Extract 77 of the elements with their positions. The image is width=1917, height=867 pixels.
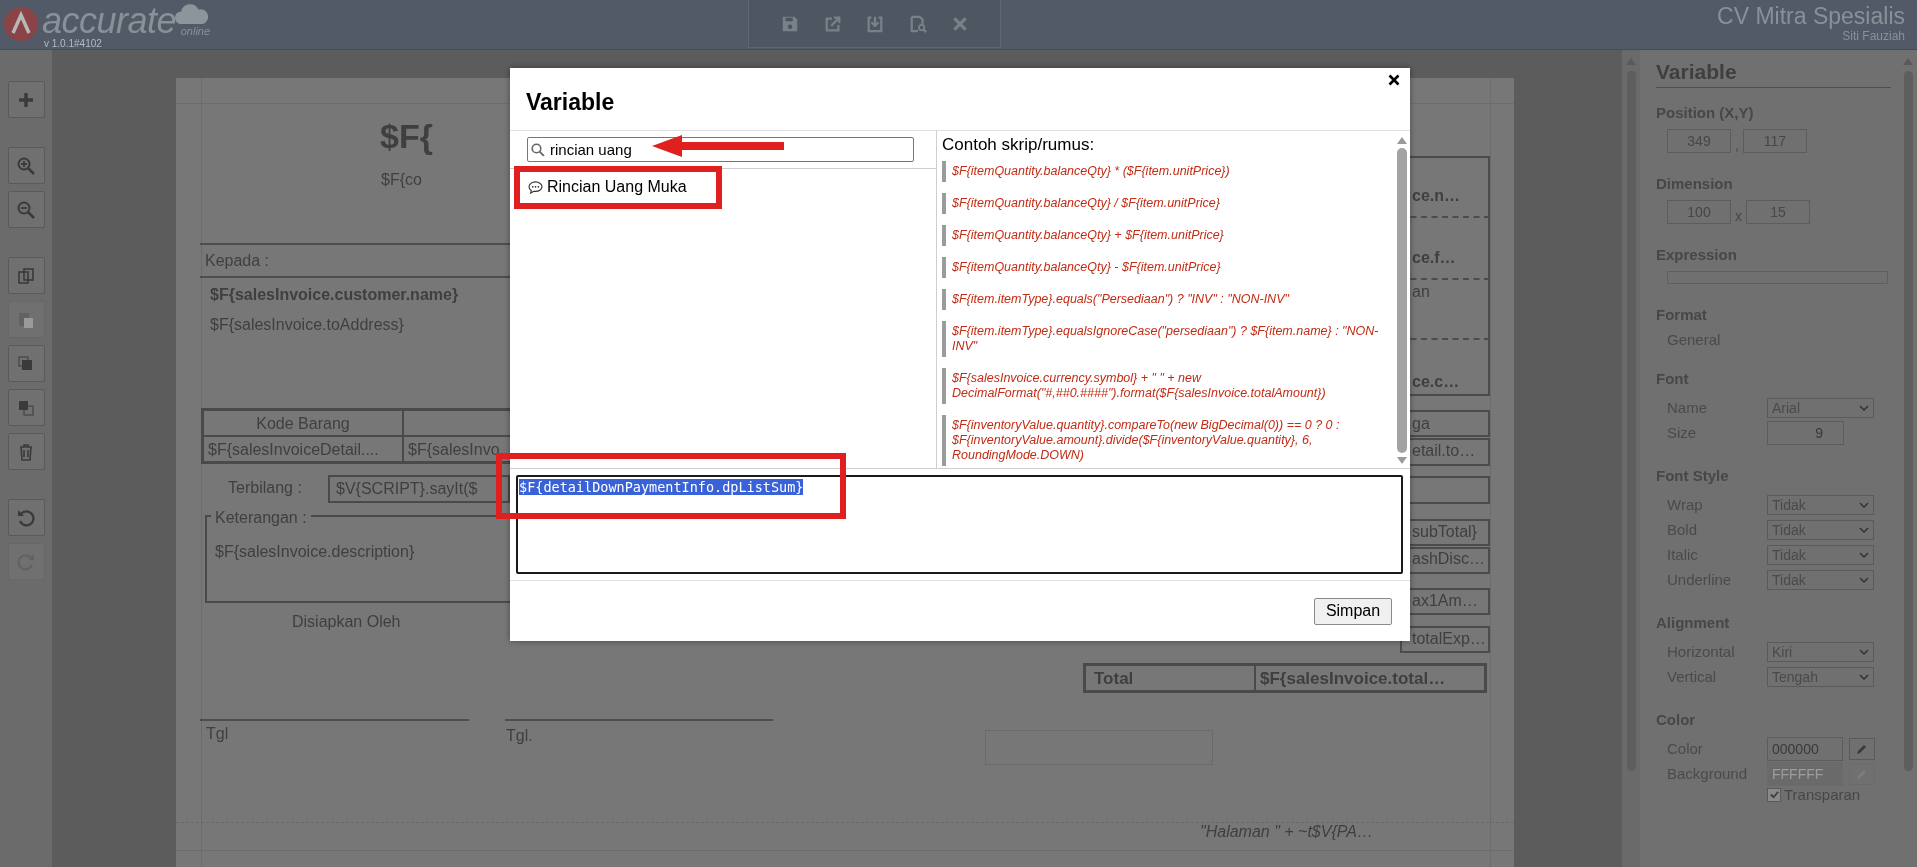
separator-text: , bbox=[1735, 137, 1739, 153]
chevron-down-icon bbox=[1859, 648, 1869, 655]
notes-label[interactable]: Keterangan : bbox=[211, 508, 311, 528]
report-field[interactable]: ga bbox=[1412, 414, 1430, 434]
copy-tool[interactable] bbox=[7, 257, 45, 294]
speech-bubble-icon bbox=[528, 180, 543, 194]
title-field[interactable]: $F{ bbox=[380, 116, 433, 156]
zoom-in-icon bbox=[16, 155, 36, 176]
expression-input[interactable]: $F{detailDownPaymentInfo.dpListSum} bbox=[516, 475, 1403, 574]
delete-tool[interactable] bbox=[7, 433, 45, 470]
chevron-down-icon bbox=[1859, 526, 1869, 533]
amount-words-field[interactable]: $V{SCRIPT}.sayIt($ bbox=[328, 475, 510, 503]
notes-field[interactable]: $F{salesInvoice.description} bbox=[215, 542, 415, 562]
undo-icon bbox=[16, 507, 36, 528]
export-icon[interactable] bbox=[823, 14, 842, 33]
chevron-down-icon bbox=[1859, 673, 1869, 680]
send-back-tool[interactable] bbox=[7, 389, 45, 426]
date-label[interactable]: Tgl bbox=[206, 724, 229, 744]
total-field[interactable]: $F{salesInvoice.total… bbox=[1256, 666, 1446, 690]
search-icon bbox=[531, 142, 545, 157]
color-picker-button[interactable] bbox=[1849, 737, 1875, 760]
zoom-out-icon bbox=[16, 199, 36, 220]
pencil-icon bbox=[1856, 742, 1868, 755]
table-header-cell[interactable]: Kode Barang bbox=[203, 410, 403, 436]
check-icon bbox=[1768, 789, 1780, 800]
total-label[interactable]: Total bbox=[1086, 666, 1256, 690]
zoom-in-tool[interactable] bbox=[7, 147, 45, 184]
date-label[interactable]: Tgl. bbox=[506, 726, 533, 746]
examples-heading: Contoh skrip/rumus: bbox=[942, 135, 1096, 155]
search-field[interactable]: rincian uang bbox=[527, 137, 914, 162]
example-script[interactable]: $F{itemQuantity.balanceQty} + $F{item.unitPrice} bbox=[942, 225, 1384, 246]
amount-words-label[interactable]: Terbilang : bbox=[228, 478, 302, 498]
document-search-icon[interactable] bbox=[909, 14, 928, 33]
example-script[interactable]: $F{item.itemType}.equals("Persediaan") ? "INV" : "NON-INV" bbox=[942, 289, 1384, 310]
table-cell[interactable]: $F{salesInvoiceDetail.... bbox=[203, 436, 403, 462]
zoom-out-tool[interactable] bbox=[7, 191, 45, 228]
report-field[interactable]: an bbox=[1412, 282, 1430, 302]
company-name: CV Mitra Spesialis bbox=[1717, 3, 1905, 29]
close-icon[interactable] bbox=[1388, 74, 1400, 86]
report-field[interactable]: ce.c… bbox=[1412, 372, 1460, 392]
undo-tool[interactable] bbox=[7, 499, 45, 536]
bring-front-tool[interactable] bbox=[7, 345, 45, 382]
scrollbar-thumb[interactable] bbox=[1397, 148, 1407, 453]
page-number-field[interactable]: "Halaman " + ~t$V{PA… bbox=[1200, 822, 1373, 842]
example-script[interactable]: $F{inventoryValue.quantity}.compareTo(new BigDecimal(0)) == 0 ? 0 : $F{inventoryValue.amount}.divide($F{inventoryValue.quantity}, 6, RoundingMode.DOWN) bbox=[942, 415, 1384, 466]
scroll-up-icon[interactable] bbox=[1397, 137, 1407, 144]
search-text: rincian uang bbox=[550, 141, 632, 158]
result-item[interactable]: Rincian Uang Muka bbox=[526, 177, 689, 197]
prepared-by-label[interactable]: Disiapkan Oleh bbox=[292, 612, 401, 632]
report-field[interactable]: ce.n… bbox=[1412, 186, 1460, 206]
save-icon[interactable] bbox=[781, 14, 800, 33]
example-script[interactable]: $F{itemQuantity.balanceQty} / $F{item.unitPrice} bbox=[942, 193, 1384, 214]
chevron-down-icon bbox=[1859, 501, 1869, 508]
save-button[interactable]: Simpan bbox=[1314, 597, 1392, 625]
customer-name-field[interactable]: $F{salesInvoice.customer.name} bbox=[210, 285, 459, 305]
to-label[interactable]: Kepada : bbox=[205, 251, 270, 271]
dialog-title: Variable bbox=[526, 88, 615, 116]
copy-icon bbox=[16, 265, 36, 286]
example-script[interactable]: $F{itemQuantity.balanceQty} - $F{item.unitPrice} bbox=[942, 257, 1384, 278]
download-icon[interactable] bbox=[866, 14, 885, 33]
logo-text: accurate bbox=[42, 4, 177, 38]
scroll-down-icon[interactable] bbox=[1397, 457, 1407, 464]
example-script[interactable]: $F{itemQuantity.balanceQty} * ($F{item.unitPrice}) bbox=[942, 161, 1384, 182]
version-text: v 1.0.1#4102 bbox=[44, 38, 103, 49]
cloud-icon bbox=[174, 4, 211, 26]
chevron-down-icon bbox=[1859, 551, 1869, 558]
checkbox[interactable] bbox=[1767, 787, 1781, 802]
add-tool[interactable] bbox=[7, 81, 45, 118]
subtitle-field[interactable]: $F{co bbox=[381, 170, 422, 190]
user-name: Siti Fauziah bbox=[1842, 29, 1905, 43]
chevron-down-icon bbox=[1859, 576, 1869, 583]
logo-mark-icon bbox=[3, 6, 39, 42]
chevron-down-icon bbox=[1859, 404, 1869, 411]
example-script[interactable]: $F{salesInvoice.currency.symbol} + " " + new DecimalFormat("#,##0.####").format($F{salesInvoice.totalAmount}) bbox=[942, 368, 1384, 404]
example-script[interactable]: $F{item.itemType}.equalsIgnoreCase("persediaan") ? $F{item.name} : "NON-INV" bbox=[942, 321, 1384, 357]
report-field[interactable]: ce.f… bbox=[1412, 248, 1456, 268]
address-field[interactable]: $F{salesInvoice.toAddress} bbox=[210, 315, 404, 335]
